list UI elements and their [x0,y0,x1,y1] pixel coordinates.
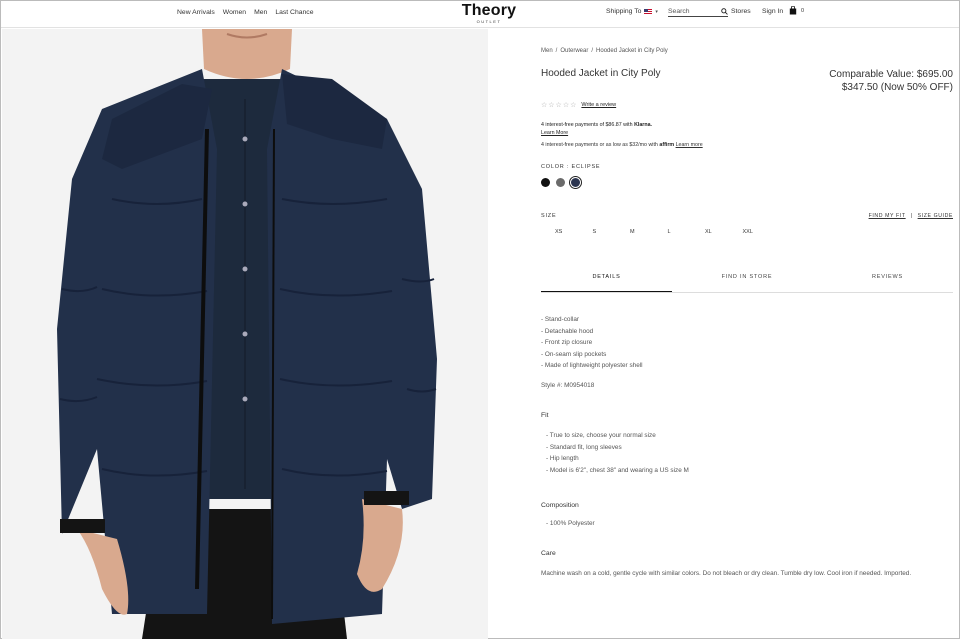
size-label: SIZE [541,213,557,219]
detail-tabs: DETAILS FIND IN STORE REVIEWS [541,267,953,293]
stores-link[interactable]: Stores [731,8,751,15]
color-label: COLOR : ECLIPSE [541,164,601,170]
size-xs[interactable]: XS [555,229,593,235]
klarna-text: 4 interest-free payments of $86.87 with [541,122,633,128]
affirm-logo: affirm [659,142,675,148]
shipping-label: Shipping To [606,8,642,15]
size-xxl[interactable]: XXL [743,229,781,235]
rating-row: ☆☆☆☆☆ Write a review [541,101,616,109]
search-placeholder: Search [668,8,690,15]
care-text: Machine wash on a cold, gentle cycle wit… [541,570,912,577]
fit-heading: Fit [541,412,549,419]
us-flag-icon [644,9,653,14]
feature-item: - Made of lightweight polyester shell [541,362,643,369]
header-utilities: Shipping To ▾ Search Stores Sign In 0 [606,6,804,17]
swatch-black[interactable] [541,178,550,187]
fit-item: - True to size, choose your normal size [546,432,656,439]
tab-details[interactable]: DETAILS [541,267,672,292]
feature-item: - Stand-collar [541,316,580,323]
star-rating-icon: ☆☆☆☆☆ [541,102,578,109]
affirm-learn-more-link[interactable]: Learn more [676,142,703,148]
swatch-eclipse[interactable] [568,175,583,190]
nav-new-arrivals[interactable]: New Arrivals [177,9,215,16]
breadcrumb-separator: / [591,48,594,54]
size-options: XS S M L XL XXL [555,229,780,235]
feature-item: - Front zip closure [541,339,593,346]
logo-subtitle: OUTLET [476,19,502,24]
breadcrumb-separator: / [555,48,558,54]
shopping-bag-button[interactable]: 0 [789,6,804,15]
care-heading: Care [541,550,556,557]
breadcrumb: Men / Outerwear / Hooded Jacket in City Poly [541,48,668,54]
style-number: Style #: M0954018 [541,382,595,389]
product-title: Hooded Jacket in City Poly [541,68,661,79]
nav-last-chance[interactable]: Last Chance [275,9,313,16]
write-review-link[interactable]: Write a review [581,102,616,108]
nav-men[interactable]: Men [254,9,267,16]
product-image[interactable] [2,29,488,639]
site-header: New Arrivals Women Men Last Chance Theor… [1,1,959,28]
feature-item: - On-seam slip pockets [541,350,607,358]
affirm-text: 4 interest-free payments or as low as $3… [541,142,658,148]
size-guide-link[interactable]: SIZE GUIDE [918,213,953,219]
size-l[interactable]: L [668,229,706,235]
feature-list: - Stand-collar - Detachable hood - Front… [541,314,643,372]
tab-reviews[interactable]: REVIEWS [822,267,953,292]
fit-item: - Model is 6'2", chest 38" and wearing a… [546,466,689,474]
klarna-logo: Klarna. [634,122,653,128]
size-s[interactable]: S [593,229,631,235]
size-help-links: FIND MY FIT | SIZE GUIDE [869,213,953,219]
breadcrumb-outerwear[interactable]: Outerwear [560,48,588,54]
search-icon[interactable] [721,8,728,15]
bag-count: 0 [801,7,805,14]
klarna-financing: 4 interest-free payments of $86.87 with … [541,121,652,137]
klarna-learn-more-link[interactable]: Learn More [541,130,568,136]
fit-list: - True to size, choose your normal size … [546,430,689,476]
divider: | [910,213,913,219]
sign-in-link[interactable]: Sign In [762,8,783,15]
breadcrumb-current: Hooded Jacket in City Poly [596,48,668,54]
color-swatches [541,175,583,190]
main-nav: New Arrivals Women Men Last Chance [177,9,313,16]
comparable-value: Comparable Value: $695.00 [829,69,953,80]
breadcrumb-men[interactable]: Men [541,48,553,54]
sale-price: $347.50 (Now 50% OFF) [841,82,953,93]
find-my-fit-link[interactable]: FIND MY FIT [869,213,906,219]
logo-wordmark: Theory [461,2,517,19]
composition-item: - 100% Polyester [546,520,595,527]
composition-heading: Composition [541,502,579,509]
price-block: Comparable Value: $695.00 $347.50 (Now 5… [829,68,953,94]
affirm-financing: 4 interest-free payments or as low as $3… [541,142,703,148]
size-m[interactable]: M [630,229,668,235]
shipping-selector[interactable]: Shipping To ▾ [606,8,658,15]
model-in-jacket-image [2,29,488,639]
nav-women[interactable]: Women [223,9,246,16]
fit-item: - Standard fit, long sleeves [546,443,622,451]
swatch-grey[interactable] [556,178,565,187]
composition-list: - 100% Polyester [546,520,595,527]
feature-item: - Detachable hood [541,327,594,335]
shopping-bag-icon [789,6,797,15]
fit-item: - Hip length [546,455,579,462]
tab-find-in-store[interactable]: FIND IN STORE [672,267,822,292]
theory-outlet-logo[interactable]: Theory OUTLET [457,2,521,25]
size-xl[interactable]: XL [705,229,743,235]
search-input[interactable]: Search [668,7,728,17]
chevron-down-icon: ▾ [655,8,658,15]
